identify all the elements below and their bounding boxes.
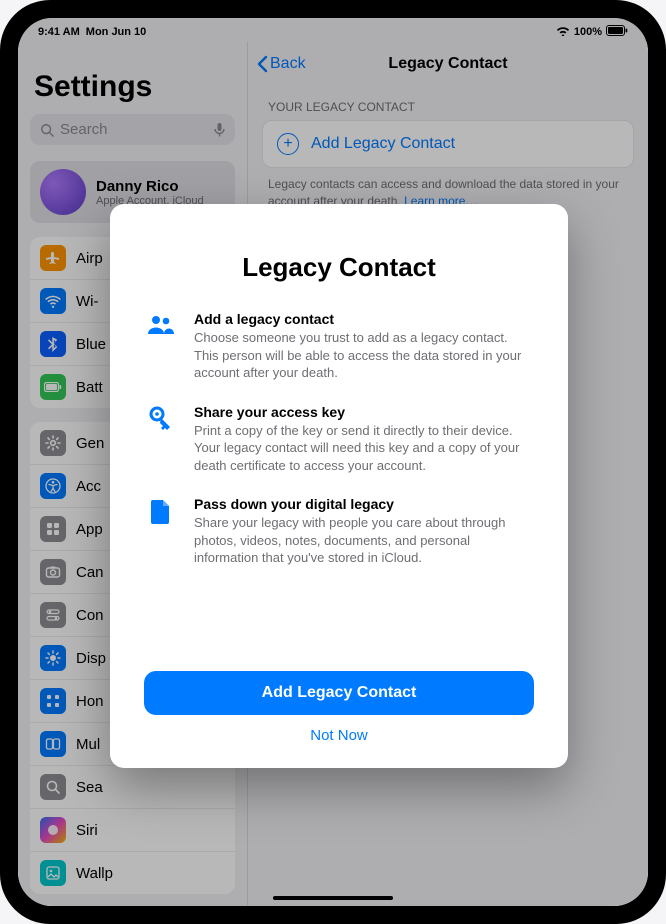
document-icon: [144, 496, 178, 567]
legacy-contact-modal: Legacy Contact Add a legacy contact Choos…: [110, 204, 568, 768]
home-indicator[interactable]: [273, 896, 393, 900]
key-icon: [144, 404, 178, 475]
modal-feature-0: Add a legacy contact Choose someone you t…: [144, 311, 534, 382]
feature-desc: Print a copy of the key or send it direc…: [194, 422, 534, 475]
feature-desc: Share your legacy with people you care a…: [194, 514, 534, 567]
feature-title: Share your access key: [194, 404, 534, 420]
screen: 9:41 AM Mon Jun 10 100% Settings: [18, 18, 648, 906]
add-legacy-contact-button[interactable]: Add Legacy Contact: [144, 671, 534, 715]
modal-title: Legacy Contact: [144, 252, 534, 283]
people-icon: [144, 311, 178, 382]
modal-feature-2: Pass down your digital legacy Share your …: [144, 496, 534, 567]
feature-desc: Choose someone you trust to add as a leg…: [194, 329, 534, 382]
not-now-button[interactable]: Not Now: [144, 715, 534, 748]
device-frame: 9:41 AM Mon Jun 10 100% Settings: [0, 0, 666, 924]
feature-title: Add a legacy contact: [194, 311, 534, 327]
feature-title: Pass down your digital legacy: [194, 496, 534, 512]
modal-feature-1: Share your access key Print a copy of the…: [144, 404, 534, 475]
